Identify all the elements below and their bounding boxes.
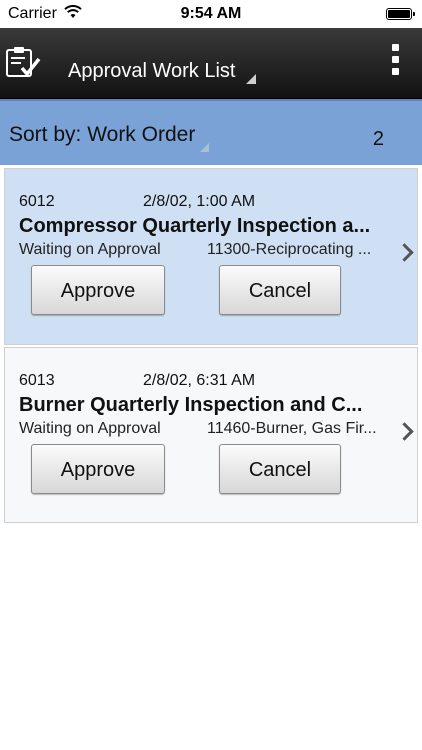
clipboard-check-icon[interactable] bbox=[4, 44, 42, 80]
status-bar: Carrier 9:54 AM bbox=[0, 0, 422, 28]
approve-button[interactable]: Approve bbox=[31, 265, 165, 315]
app-header: Approval Work List bbox=[0, 28, 422, 99]
page-title[interactable]: Approval Work List bbox=[68, 60, 235, 83]
work-order-card[interactable]: 6012 2/8/02, 1:00 AM Compressor Quarterl… bbox=[4, 168, 418, 345]
result-count: 2 bbox=[372, 128, 384, 150]
work-order-date: 2/8/02, 6:31 AM bbox=[143, 372, 256, 389]
work-order-asset: 11460-Burner, Gas Fir... bbox=[207, 420, 377, 437]
cancel-button[interactable]: Cancel bbox=[219, 265, 341, 315]
work-order-asset: 11300-Reciprocating ... bbox=[207, 241, 372, 258]
title-dropdown-icon[interactable] bbox=[246, 74, 256, 84]
battery-icon bbox=[386, 8, 415, 20]
work-order-title: Compressor Quarterly Inspection a... bbox=[19, 215, 371, 237]
work-order-status: Waiting on Approval bbox=[19, 241, 161, 258]
status-time: 9:54 AM bbox=[180, 5, 242, 22]
work-order-status: Waiting on Approval bbox=[19, 420, 161, 437]
approve-button[interactable]: Approve bbox=[31, 444, 165, 494]
vertical-ellipsis-icon[interactable] bbox=[392, 44, 400, 76]
work-order-title: Burner Quarterly Inspection and C... bbox=[19, 394, 363, 416]
work-order-date: 2/8/02, 1:00 AM bbox=[143, 193, 256, 210]
chevron-right-icon[interactable] bbox=[395, 243, 414, 262]
work-order-card[interactable]: 6013 2/8/02, 6:31 AM Burner Quarterly In… bbox=[4, 347, 418, 523]
work-order-number: 6013 bbox=[19, 372, 55, 389]
sort-dropdown-icon[interactable] bbox=[200, 143, 209, 152]
chevron-right-icon[interactable] bbox=[395, 422, 414, 441]
work-order-number: 6012 bbox=[19, 193, 55, 210]
sort-bar[interactable]: Sort by: Work Order 2 bbox=[0, 99, 422, 165]
sort-by-label[interactable]: Sort by: Work Order bbox=[9, 123, 195, 147]
cancel-button[interactable]: Cancel bbox=[219, 444, 341, 494]
